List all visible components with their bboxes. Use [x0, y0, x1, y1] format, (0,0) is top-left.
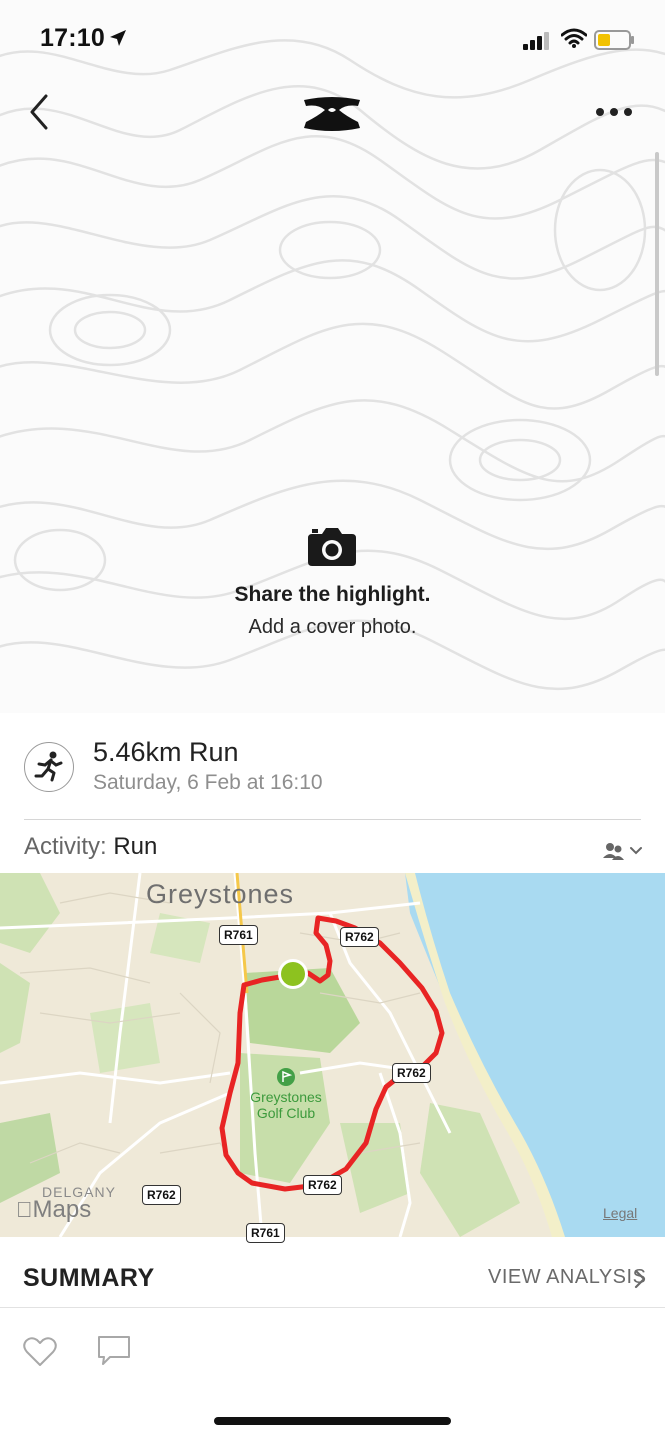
status-time: 17:10: [40, 24, 105, 52]
scrollbar[interactable]: [655, 152, 659, 376]
comment-button[interactable]: [96, 1334, 132, 1368]
map-legal-link[interactable]: Legal: [603, 1205, 637, 1221]
map-town-label: Greystones: [146, 879, 295, 909]
road-badge: R762: [392, 1063, 431, 1083]
chevron-right-icon: [634, 1269, 646, 1289]
road-badge: R762: [340, 927, 379, 947]
activity-date: Saturday, 6 Feb at 16:10: [93, 771, 323, 794]
road-badge: R761: [219, 925, 258, 945]
location-arrow-icon: [110, 30, 126, 46]
road-badge: R761: [246, 1223, 285, 1243]
wifi-icon: [561, 28, 587, 48]
maps-provider-label: Maps: [16, 1196, 92, 1223]
home-indicator[interactable]: [214, 1417, 451, 1425]
activity-type: Activity: Run: [24, 833, 157, 861]
road-badge: R762: [142, 1185, 181, 1205]
cellular-signal-icon: [523, 32, 549, 50]
apple-maps-logo: Maps: [16, 1196, 91, 1224]
divider: [0, 1307, 665, 1308]
back-button[interactable]: [24, 92, 60, 132]
add-cover-photo-link[interactable]: Add a cover photo.: [0, 616, 665, 639]
privacy-friends-button[interactable]: [600, 838, 644, 864]
road-badge: R762: [303, 1175, 342, 1195]
battery-icon: [594, 30, 634, 50]
activity-title: 5.46km Run: [93, 737, 239, 767]
map-golf-club-label: Greystones Golf Club: [250, 1089, 322, 1121]
cover-photo-title: Share the highlight.: [234, 583, 431, 606]
camera-icon[interactable]: [306, 522, 358, 568]
summary-heading: SUMMARY: [23, 1264, 155, 1292]
activity-type-value: Run: [113, 833, 158, 860]
activity-type-label: Activity:: [24, 833, 114, 860]
divider: [24, 819, 641, 820]
like-heart-button[interactable]: [22, 1334, 58, 1368]
under-armour-logo: [304, 97, 360, 131]
more-options-button[interactable]: [590, 100, 638, 124]
view-analysis-link[interactable]: VIEW ANALYSIS: [488, 1266, 646, 1289]
run-activity-icon: [24, 742, 74, 792]
